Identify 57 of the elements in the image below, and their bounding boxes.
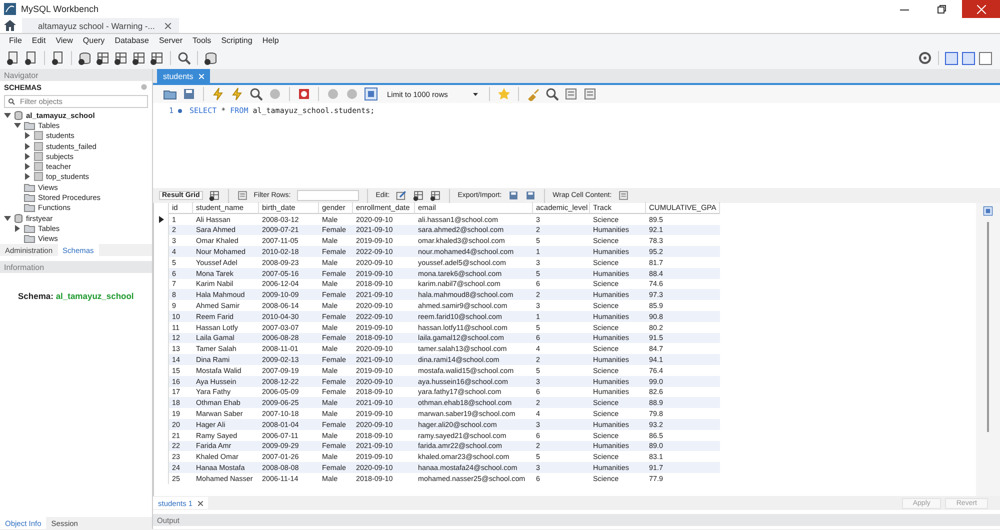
find-icon[interactable] bbox=[544, 87, 559, 101]
folder-icon bbox=[24, 203, 35, 212]
expand-arrow-icon[interactable] bbox=[24, 142, 31, 150]
folder-icon bbox=[24, 182, 35, 192]
panel-header: Information bbox=[0, 261, 152, 273]
app-logo-icon bbox=[4, 3, 16, 15]
panel-toggle[interactable] bbox=[962, 52, 975, 64]
menu-item[interactable]: Query bbox=[78, 36, 110, 45]
execute-icon[interactable] bbox=[211, 87, 225, 101]
expand-arrow-icon[interactable] bbox=[24, 132, 31, 140]
search-icon[interactable] bbox=[177, 51, 191, 65]
menu-item[interactable]: View bbox=[50, 36, 78, 45]
folder-icon bbox=[24, 120, 35, 130]
expand-arrow-icon[interactable] bbox=[24, 152, 31, 160]
line-marker-icon bbox=[178, 108, 182, 112]
panel-header: Navigator bbox=[0, 69, 152, 81]
folder-icon bbox=[24, 193, 35, 202]
restore-icon bbox=[936, 4, 946, 14]
close-icon bbox=[976, 4, 986, 14]
connection-tab[interactable]: altamayuz school - Warning -... bbox=[22, 18, 179, 33]
scrollbar[interactable] bbox=[987, 222, 989, 432]
table-icon[interactable] bbox=[96, 51, 110, 65]
collapse-arrow-icon[interactable] bbox=[4, 112, 11, 119]
save-icon[interactable] bbox=[182, 87, 196, 101]
menu-item[interactable]: Scripting bbox=[216, 36, 258, 45]
search-icon bbox=[8, 98, 15, 105]
settings-icon[interactable] bbox=[918, 51, 932, 65]
panel-toggle[interactable] bbox=[945, 52, 958, 64]
folder-icon bbox=[24, 224, 35, 233]
collapse-arrow-icon[interactable] bbox=[4, 214, 11, 222]
menu-item[interactable]: Server bbox=[154, 36, 188, 45]
menu-item[interactable]: Database bbox=[110, 36, 154, 45]
menu-item[interactable]: Edit bbox=[26, 36, 51, 45]
caret-icon bbox=[472, 92, 478, 96]
grid-view-icon[interactable] bbox=[208, 190, 220, 201]
database-icon bbox=[14, 110, 23, 120]
close-icon[interactable] bbox=[198, 500, 203, 506]
panel-toggle[interactable] bbox=[979, 52, 992, 64]
current-row-icon bbox=[158, 216, 164, 223]
expand-arrow-icon[interactable] bbox=[14, 224, 21, 232]
close-icon[interactable] bbox=[164, 22, 171, 28]
menu-item[interactable]: File bbox=[4, 36, 27, 45]
edit-row-icon[interactable] bbox=[396, 190, 407, 201]
database-icon bbox=[14, 214, 23, 223]
collapse-arrow-icon[interactable] bbox=[14, 122, 21, 129]
menu-item[interactable]: Help bbox=[257, 36, 284, 45]
expand-arrow-icon[interactable] bbox=[24, 173, 31, 180]
window-title: MySQL Workbench bbox=[21, 4, 99, 14]
close-button[interactable] bbox=[962, 0, 1000, 18]
home-icon[interactable] bbox=[4, 20, 16, 31]
filter-rows-field[interactable] bbox=[296, 190, 359, 201]
database-icon[interactable] bbox=[78, 51, 92, 65]
schema-info-text: Schema: al_tamayuz_school bbox=[18, 291, 135, 301]
menu-item[interactable]: Tools bbox=[188, 36, 216, 45]
query-tab[interactable]: students bbox=[157, 69, 210, 83]
side-panel-icon[interactable] bbox=[983, 206, 993, 216]
expand-arrow-icon[interactable] bbox=[24, 163, 31, 170]
